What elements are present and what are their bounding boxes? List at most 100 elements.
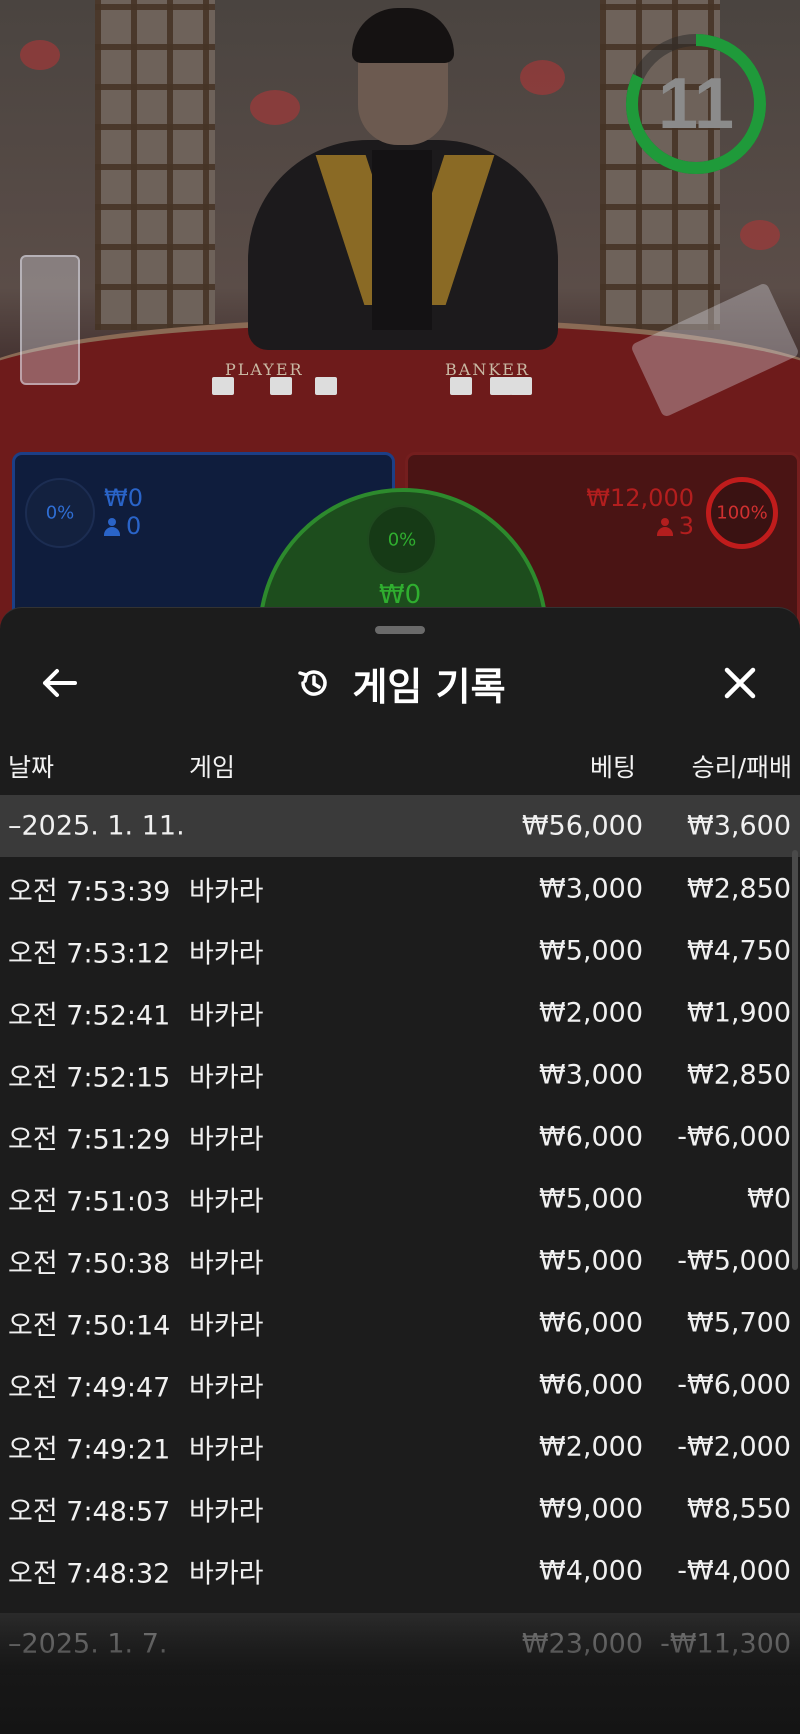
row-result: -₩5,000 [677, 1245, 791, 1277]
history-row[interactable]: 오전 7:52:41 바카라 ₩2,000 ₩1,900 [0, 982, 800, 1044]
decor-panel-left [95, 0, 215, 330]
history-row[interactable]: 오전 7:50:38 바카라 ₩5,000 -₩5,000 [0, 1230, 800, 1292]
banker-count-value: 3 [678, 512, 694, 540]
banker-percent: 100% [716, 502, 768, 524]
scrollbar[interactable] [792, 850, 798, 1270]
banker-card [510, 377, 532, 395]
row-result: ₩4,750 [687, 935, 791, 967]
history-row[interactable]: 오전 7:51:29 바카라 ₩6,000 -₩6,000 [0, 1106, 800, 1168]
dealer-shirt [372, 150, 432, 330]
countdown-timer: 11 [624, 32, 768, 176]
row-time: 오전 7:51:29 [8, 1124, 171, 1156]
row-result: ₩2,850 [687, 1059, 791, 1091]
history-row[interactable]: 오전 7:48:32 바카라 ₩4,000 -₩4,000 [0, 1540, 800, 1602]
row-bet: ₩6,000 [539, 1369, 643, 1401]
group-result-total: -₩11,300 [660, 1628, 791, 1660]
row-bet: ₩5,000 [539, 935, 643, 967]
history-row[interactable]: 오전 7:49:21 바카라 ₩2,000 -₩2,000 [0, 1416, 800, 1478]
player-card [212, 377, 234, 395]
row-time: 오전 7:52:41 [8, 1000, 171, 1032]
group-bet-total: ₩56,000 [521, 810, 643, 842]
row-bet: ₩5,000 [539, 1183, 643, 1215]
column-header-game[interactable]: 게임 [189, 748, 235, 784]
row-game: 바카라 [189, 1000, 264, 1032]
blossom-decor [520, 60, 565, 95]
row-game: 바카라 [189, 1124, 264, 1156]
blossom-decor [250, 90, 300, 125]
row-bet: ₩2,000 [539, 1431, 643, 1463]
sheet-header: 게임 기록 [0, 638, 800, 728]
blossom-decor [20, 40, 60, 70]
banker-card [450, 377, 472, 395]
user-icon [656, 518, 673, 536]
history-row[interactable]: 오전 7:48:57 바카라 ₩9,000 ₩8,550 [0, 1478, 800, 1540]
row-game: 바카라 [189, 876, 264, 908]
group-bet-total: ₩23,000 [521, 1628, 643, 1660]
row-game: 바카라 [189, 1372, 264, 1404]
live-video-feed: PLAYER BANKER 11 0% ₩0 0 0% ₩0 ₩12,000 3… [0, 0, 800, 640]
row-bet: ₩6,000 [539, 1121, 643, 1153]
row-game: 바카라 [189, 938, 264, 970]
sheet-drag-handle[interactable] [375, 626, 425, 634]
history-row[interactable]: 오전 7:49:47 바카라 ₩6,000 -₩6,000 [0, 1354, 800, 1416]
row-time: 오전 7:50:14 [8, 1310, 171, 1342]
tie-bet-amount: ₩0 [378, 580, 422, 610]
banker-percent-ring: 100% [706, 477, 778, 549]
close-button[interactable] [715, 658, 765, 708]
blossom-decor [740, 220, 780, 250]
column-header-date[interactable]: 날짜 [8, 748, 54, 784]
card-discard-tray [20, 255, 80, 385]
row-time: 오전 7:53:39 [8, 876, 171, 908]
row-game: 바카라 [189, 1496, 264, 1528]
date-group-header[interactable]: –2025. 1. 11. ₩56,000 ₩3,600 [0, 795, 800, 857]
banker-bet-count: 3 [560, 512, 694, 540]
row-result: -₩2,000 [677, 1431, 791, 1463]
row-bet: ₩4,000 [539, 1555, 643, 1587]
table-label-player: PLAYER [225, 360, 304, 379]
row-result: -₩6,000 [677, 1121, 791, 1153]
row-game: 바카라 [189, 1558, 264, 1590]
group-date: –2025. 1. 7. [8, 1628, 168, 1660]
history-row[interactable]: 오전 7:53:12 바카라 ₩5,000 ₩4,750 [0, 920, 800, 982]
player-percent: 0% [45, 502, 75, 524]
banker-bet-amount: ₩12,000 [586, 484, 694, 512]
row-time: 오전 7:49:21 [8, 1434, 171, 1466]
player-card [270, 377, 292, 395]
row-bet: ₩5,000 [539, 1245, 643, 1277]
player-percent-ring: 0% [25, 478, 95, 548]
date-group-header[interactable]: –2025. 1. 7. ₩23,000 -₩11,300 [0, 1613, 800, 1675]
user-icon [104, 518, 120, 536]
row-result: ₩0 [747, 1183, 791, 1215]
player-card [315, 377, 337, 395]
column-header-result[interactable]: 승리/패배 [692, 748, 792, 784]
row-time: 오전 7:48:57 [8, 1496, 171, 1528]
timer-value: 11 [657, 64, 735, 144]
history-row[interactable]: 오전 7:52:15 바카라 ₩3,000 ₩2,850 [0, 1044, 800, 1106]
banker-card [490, 377, 512, 395]
player-bet-count: 0 [104, 512, 141, 540]
arrow-left-icon [43, 669, 77, 697]
row-bet: ₩6,000 [539, 1307, 643, 1339]
row-time: 오전 7:50:38 [8, 1248, 171, 1280]
column-header-bet[interactable]: 베팅 [590, 748, 636, 784]
player-count-value: 0 [126, 512, 142, 540]
history-row[interactable]: 오전 7:50:14 바카라 ₩6,000 ₩5,700 [0, 1292, 800, 1354]
history-icon [298, 670, 328, 696]
tie-percent: 0% [387, 529, 417, 551]
row-result: ₩8,550 [687, 1493, 791, 1525]
row-bet: ₩2,000 [539, 997, 643, 1029]
row-result: -₩4,000 [677, 1555, 791, 1587]
player-bet-amount: ₩0 [104, 484, 143, 512]
dealer-hair [352, 8, 454, 63]
row-game: 바카라 [189, 1062, 264, 1094]
history-row[interactable]: 오전 7:53:39 바카라 ₩3,000 ₩2,850 [0, 858, 800, 920]
group-date: –2025. 1. 11. [8, 810, 185, 842]
row-bet: ₩3,000 [539, 873, 643, 905]
close-icon [724, 667, 756, 699]
row-time: 오전 7:53:12 [8, 938, 171, 970]
history-row[interactable]: 오전 7:51:03 바카라 ₩5,000 ₩0 [0, 1168, 800, 1230]
sheet-title-group: 게임 기록 [0, 638, 800, 728]
game-history-sheet: 게임 기록 날짜 게임 베팅 승리/패배 –2025. 1. 11. ₩56,0… [0, 607, 800, 1734]
tie-percent-ring: 0% [367, 505, 437, 575]
back-button[interactable] [35, 658, 85, 708]
